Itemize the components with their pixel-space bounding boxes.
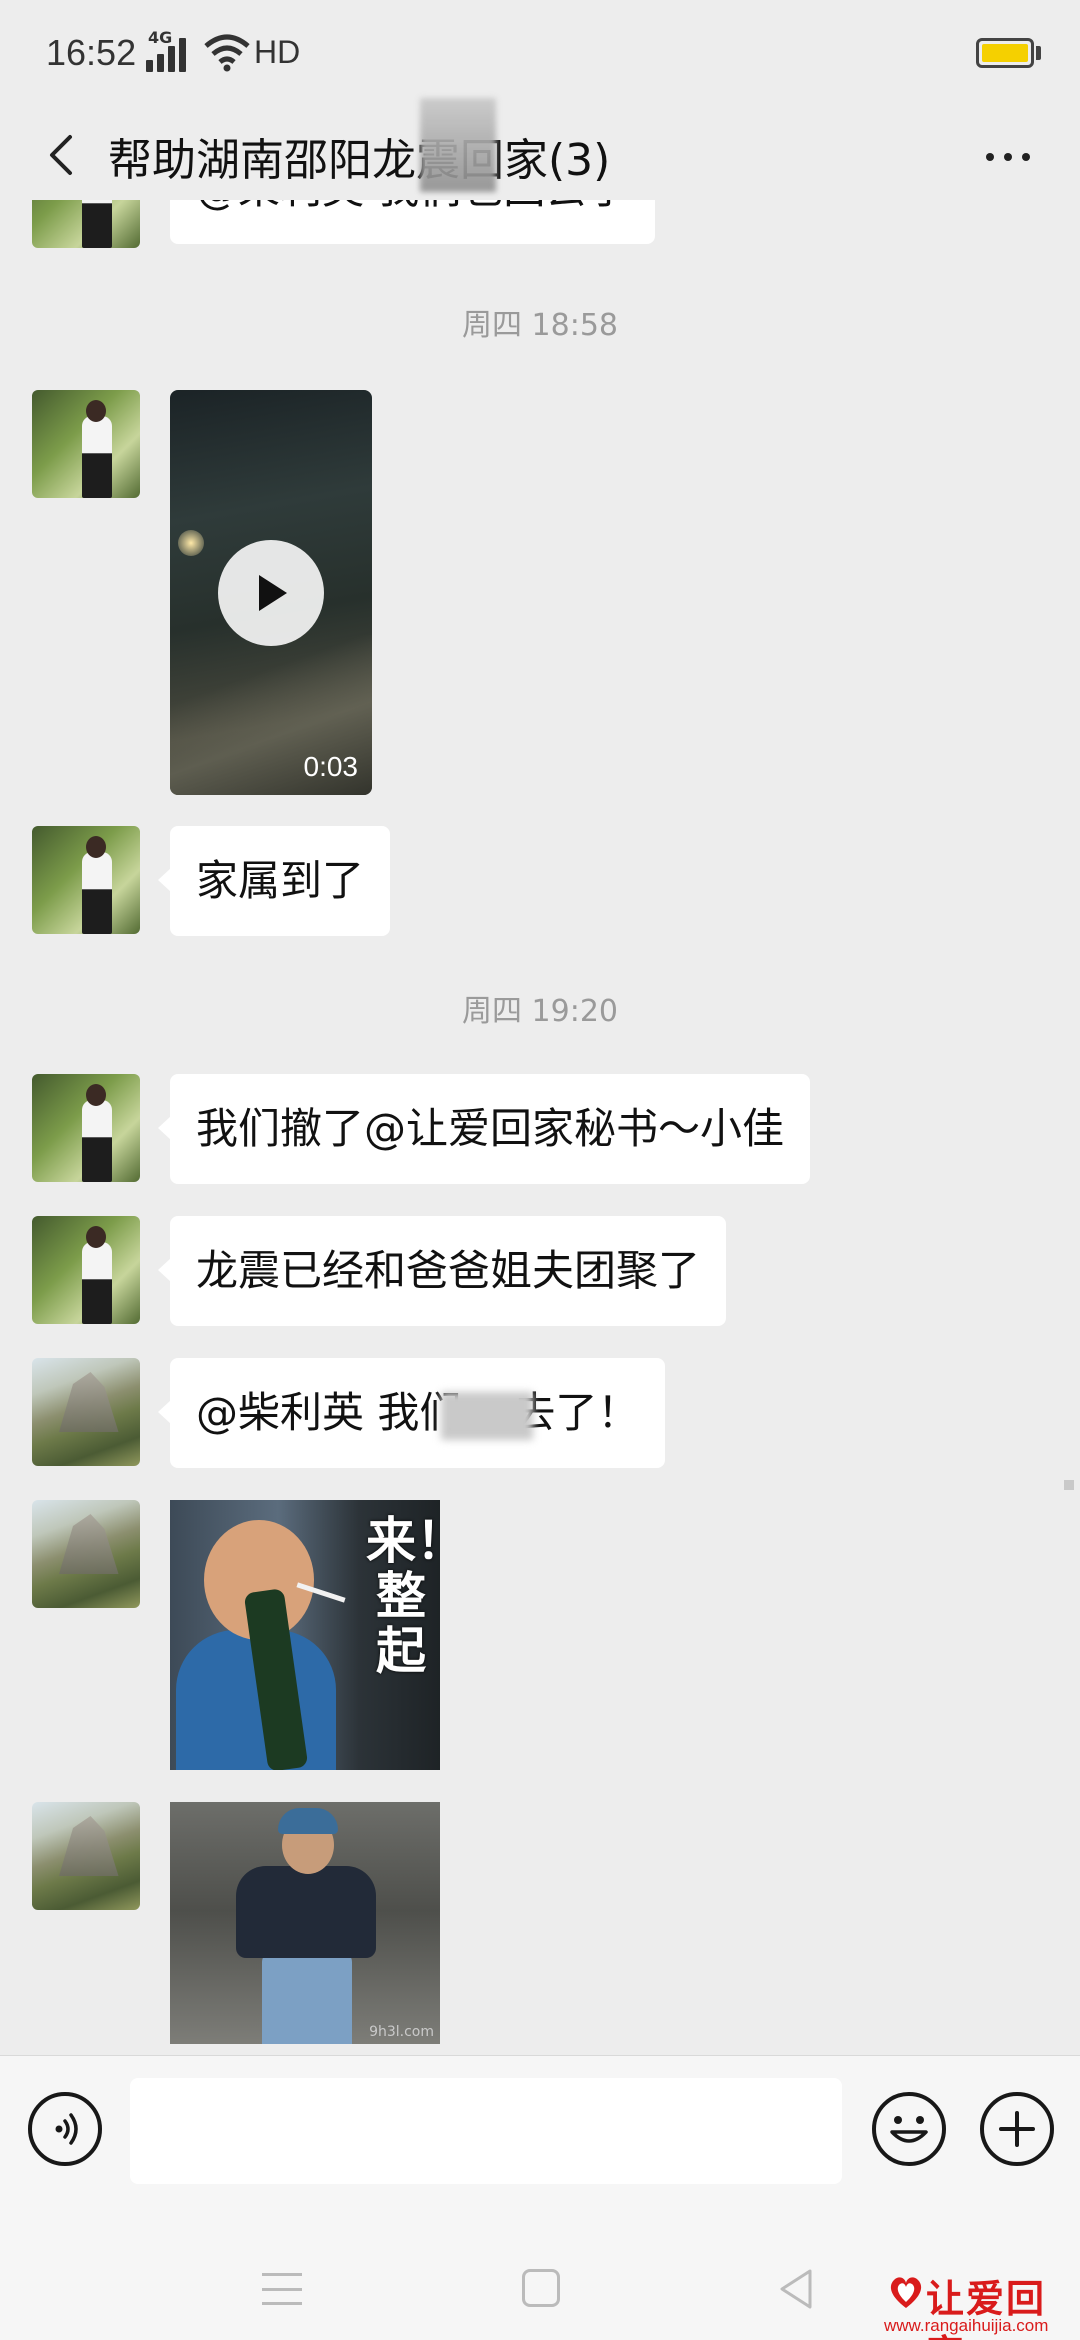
avatar[interactable]	[32, 1358, 140, 1466]
wifi-icon	[204, 34, 250, 72]
play-icon[interactable]	[218, 540, 324, 646]
voice-icon[interactable]	[28, 2092, 102, 2166]
plus-icon[interactable]	[980, 2092, 1054, 2166]
title-bar: 帮助湖南邵阳龙震回家(3)	[0, 98, 1080, 200]
message-text: 龙震已经和爸爸姐夫团聚了	[196, 1246, 701, 1295]
message-bubble[interactable]: 家属到了	[157, 826, 391, 936]
sticker-message[interactable]: 9h3l.com	[170, 1802, 440, 2044]
heart-icon	[890, 2277, 922, 2308]
avatar[interactable]	[32, 390, 140, 498]
message-bubble[interactable]: 我们撤了@让爱回家秘书～小佳	[157, 1074, 811, 1184]
avatar[interactable]	[32, 1074, 140, 1182]
video-duration: 0:03	[303, 751, 359, 782]
battery-icon	[976, 38, 1034, 68]
watermark-url: www.rangaihuijia.com	[884, 2316, 1049, 2335]
back-triangle-icon[interactable]	[776, 2267, 816, 2311]
home-icon[interactable]	[522, 2269, 560, 2307]
message-text: 家属到了	[196, 856, 365, 905]
sticker-watermark: 9h3l.com	[369, 2024, 434, 2040]
chevron-left-icon[interactable]	[34, 128, 88, 182]
video-message[interactable]: 0:03	[170, 390, 372, 795]
avatar[interactable]	[32, 1802, 140, 1910]
menu-icon[interactable]	[262, 2273, 302, 2305]
avatar[interactable]	[32, 826, 140, 934]
avatar[interactable]	[32, 1500, 140, 1608]
hd-indicator: HD	[254, 34, 301, 70]
message-bubble[interactable]: 龙震已经和爸爸姐夫团聚了	[157, 1216, 727, 1326]
chat-area[interactable]: @柴利英 我们也回去了 周四 18:58 0:03 家属到了 周四 19:20 …	[0, 200, 1080, 2055]
message-bubble[interactable]: @柴利英 我们也回去了	[170, 200, 656, 244]
privacy-blur	[420, 98, 496, 192]
sticker-message[interactable]: 来！整起	[170, 1500, 440, 1770]
timestamp: 周四 18:58	[462, 308, 618, 343]
privacy-blur	[441, 1391, 534, 1440]
message-bubble[interactable]: @柴利英 我们 去了！	[157, 1358, 666, 1468]
battery-level	[982, 44, 1028, 62]
message-text: @柴利英 我们	[196, 1388, 462, 1437]
message-text: @柴利英 我们也回去了	[196, 200, 629, 213]
avatar[interactable]	[32, 1216, 140, 1324]
emoji-icon[interactable]	[872, 2092, 946, 2166]
message-text: 我们撤了@让爱回家秘书～小佳	[196, 1104, 785, 1153]
more-dots-icon[interactable]	[968, 132, 1048, 182]
status-time: 16:52	[46, 32, 137, 73]
watermark-logo: 让爱回家 www.rangaihuijia.com	[880, 2268, 1080, 2340]
chat-title: 帮助湖南邵阳龙震回家(3)	[108, 135, 611, 186]
sticker-caption: 来！整起	[366, 1512, 440, 1680]
cell-signal-icon: 4G	[146, 28, 186, 72]
scroll-indicator	[1064, 1480, 1074, 1490]
avatar[interactable]	[32, 200, 140, 248]
network-type: 4G	[148, 28, 173, 47]
status-bar: 16:52 4G HD	[0, 0, 1080, 110]
timestamp: 周四 19:20	[462, 994, 618, 1029]
message-input[interactable]	[130, 2078, 842, 2184]
input-bar	[0, 2055, 1080, 2195]
